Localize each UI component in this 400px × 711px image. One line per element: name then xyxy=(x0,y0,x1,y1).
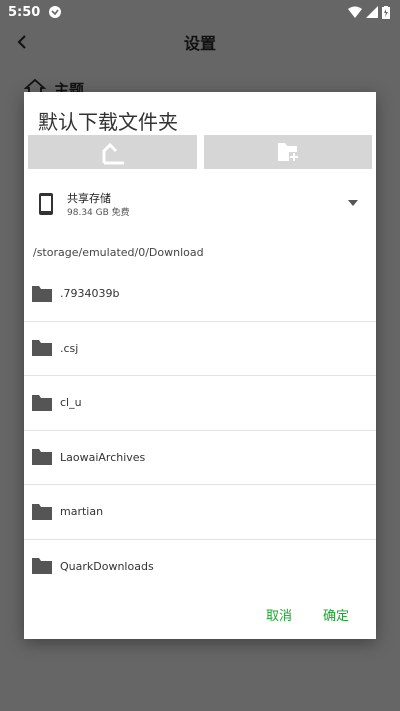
folder-item[interactable]: QuarkDownloads xyxy=(24,540,376,594)
folder-icon xyxy=(32,285,52,302)
back-arrow-icon[interactable] xyxy=(10,30,34,54)
notification-icon xyxy=(49,6,62,18)
folder-item[interactable]: martian xyxy=(24,485,376,540)
up-folder-button[interactable] xyxy=(28,135,197,169)
storage-selector[interactable]: 共享存储 98.34 GB 免费 xyxy=(24,188,376,224)
folder-name: LaowaiArchives xyxy=(60,450,146,464)
folder-name: martian xyxy=(60,505,104,519)
folder-name: cl_u xyxy=(60,396,82,410)
folder-icon xyxy=(32,394,52,411)
phone-storage-icon xyxy=(39,193,53,215)
signal-icon xyxy=(366,6,378,18)
ok-button[interactable]: 确定 xyxy=(323,605,349,624)
current-path: /storage/emulated/0/Download xyxy=(33,246,204,259)
folder-icon xyxy=(32,449,52,466)
battery-icon xyxy=(382,5,390,19)
dropdown-caret-icon[interactable] xyxy=(346,198,360,208)
status-bar: 5:50 xyxy=(0,0,400,24)
folder-name: QuarkDownloads xyxy=(60,559,154,573)
folder-list: .7934039b .csj cl_u LaowaiArchives marti… xyxy=(24,267,376,593)
wifi-icon xyxy=(348,6,362,18)
folder-name: .7934039b xyxy=(60,287,120,301)
download-folder-dialog: 默认下载文件夹 共享存储 98.34 GB 免费 /storage/emulat… xyxy=(24,92,376,639)
folder-icon xyxy=(32,503,52,520)
dialog-actions: 取消 确定 xyxy=(24,591,376,639)
dialog-title: 默认下载文件夹 xyxy=(38,110,178,134)
storage-free-space: 98.34 GB 免费 xyxy=(67,208,130,218)
dialog-toolbar xyxy=(28,135,372,169)
folder-item[interactable]: .7934039b xyxy=(24,267,376,322)
cancel-button[interactable]: 取消 xyxy=(266,605,292,624)
status-time: 5:50 xyxy=(8,4,41,20)
folder-icon xyxy=(32,558,52,575)
new-folder-icon xyxy=(277,143,299,162)
folder-name: .csj xyxy=(60,341,79,355)
folder-item[interactable]: cl_u xyxy=(24,376,376,431)
new-folder-button[interactable] xyxy=(203,135,372,169)
up-folder-icon xyxy=(102,142,125,165)
page-title: 设置 xyxy=(183,34,216,53)
folder-item[interactable]: LaowaiArchives xyxy=(24,431,376,485)
folder-icon xyxy=(32,340,52,357)
app-bar: 设置 xyxy=(0,24,400,60)
folder-item[interactable]: .csj xyxy=(24,322,376,376)
storage-name: 共享存储 xyxy=(67,192,111,205)
